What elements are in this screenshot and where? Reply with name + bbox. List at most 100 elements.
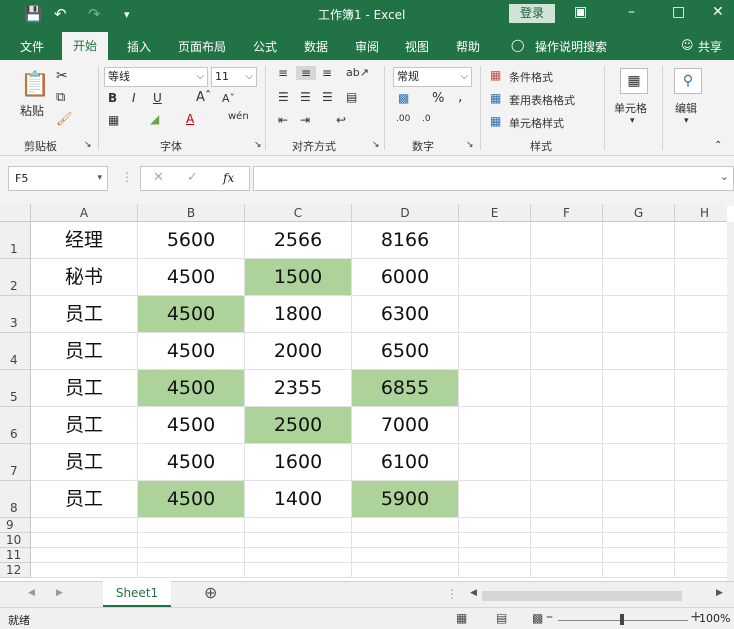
table-cell[interactable]: [245, 518, 352, 533]
align-left-icon[interactable]: ☰: [278, 90, 289, 104]
share-button[interactable]: 共享: [698, 38, 722, 55]
table-cell[interactable]: [459, 407, 531, 444]
table-cell[interactable]: 4500: [138, 481, 245, 518]
worksheet-grid[interactable]: ABCDEFGH 1 经理 5600 2566 8166 2 秘书 4500 1500 6000 3…: [0, 204, 727, 581]
shrink-font-icon[interactable]: Aˇ: [222, 92, 235, 105]
table-cell[interactable]: [31, 533, 138, 548]
expand-formula-icon[interactable]: ⌄: [720, 170, 729, 183]
table-cell[interactable]: 1600: [245, 444, 352, 481]
table-cell[interactable]: 员工: [31, 444, 138, 481]
clipboard-icon[interactable]: 📋: [20, 70, 50, 98]
insert-function-button[interactable]: fx: [223, 171, 234, 185]
tab-help[interactable]: 帮助: [456, 38, 480, 55]
table-cell[interactable]: [138, 533, 245, 548]
table-cell[interactable]: [675, 533, 727, 548]
table-cell[interactable]: [675, 370, 727, 407]
table-cell[interactable]: 2500: [245, 407, 352, 444]
table-cell[interactable]: [603, 563, 675, 578]
copy-icon[interactable]: ⧉: [56, 90, 65, 105]
table-cell[interactable]: [459, 481, 531, 518]
table-cell[interactable]: 2355: [245, 370, 352, 407]
table-cell[interactable]: [531, 481, 603, 518]
table-cell[interactable]: [603, 370, 675, 407]
font-launcher-icon[interactable]: ↘: [254, 140, 262, 150]
table-cell[interactable]: [459, 370, 531, 407]
table-cell[interactable]: [531, 444, 603, 481]
tab-page-layout[interactable]: 页面布局: [178, 38, 226, 55]
row-header[interactable]: 10: [0, 533, 31, 548]
decrease-decimal-icon[interactable]: .0: [422, 114, 431, 124]
phonetic-guide-icon[interactable]: wén: [228, 111, 249, 122]
table-cell[interactable]: 1800: [245, 296, 352, 333]
bold-button[interactable]: B: [108, 91, 117, 105]
row-header[interactable]: 11: [0, 548, 31, 563]
underline-button[interactable]: U: [153, 91, 162, 105]
prev-sheet-icon[interactable]: ◀: [28, 588, 35, 598]
table-cell[interactable]: 员工: [31, 370, 138, 407]
table-cell[interactable]: [31, 548, 138, 563]
tell-me-search[interactable]: 操作说明搜索: [535, 38, 607, 55]
tab-view[interactable]: 视图: [405, 38, 429, 55]
table-cell[interactable]: [245, 548, 352, 563]
column-header[interactable]: H: [675, 204, 727, 222]
table-cell[interactable]: 6300: [352, 296, 459, 333]
wrap-text-icon[interactable]: ↩: [336, 113, 346, 127]
table-cell[interactable]: 2000: [245, 333, 352, 370]
login-button[interactable]: 登录: [509, 4, 555, 23]
table-cell[interactable]: [352, 533, 459, 548]
table-cell[interactable]: [603, 296, 675, 333]
table-cell[interactable]: [459, 563, 531, 578]
table-cell[interactable]: [603, 333, 675, 370]
table-cell[interactable]: [531, 407, 603, 444]
table-cell[interactable]: 4500: [138, 370, 245, 407]
column-header[interactable]: F: [531, 204, 603, 222]
align-middle-icon[interactable]: ≡: [296, 66, 316, 80]
scroll-left-icon[interactable]: ◀: [470, 588, 477, 598]
merge-center-icon[interactable]: ▤: [346, 90, 357, 104]
table-cell[interactable]: [459, 533, 531, 548]
scroll-right-icon[interactable]: ▶: [716, 588, 723, 598]
cells-button[interactable]: 单元格: [614, 100, 647, 116]
cell-styles-button[interactable]: 单元格样式: [509, 115, 564, 131]
table-cell[interactable]: [675, 333, 727, 370]
table-cell[interactable]: [531, 533, 603, 548]
align-bottom-icon[interactable]: ≡: [322, 66, 332, 80]
decrease-indent-icon[interactable]: ⇤: [278, 113, 288, 127]
close-icon[interactable]: ✕: [712, 4, 724, 20]
format-painter-icon[interactable]: 🖌: [56, 112, 73, 127]
align-right-icon[interactable]: ☰: [322, 90, 333, 104]
table-cell[interactable]: 4500: [138, 296, 245, 333]
cancel-icon[interactable]: ✕: [153, 170, 164, 185]
customize-toolbar-icon[interactable]: ▾: [124, 8, 130, 21]
column-header[interactable]: C: [245, 204, 352, 222]
row-header[interactable]: 1: [0, 222, 31, 259]
table-cell[interactable]: 7000: [352, 407, 459, 444]
number-format-select[interactable]: 常规 ⌵: [393, 67, 472, 87]
column-header[interactable]: B: [138, 204, 245, 222]
table-cell[interactable]: 6000: [352, 259, 459, 296]
paste-button[interactable]: 粘贴: [20, 102, 44, 119]
italic-button[interactable]: I: [132, 91, 136, 105]
search-icon[interactable]: ⚲: [674, 68, 702, 94]
table-cell[interactable]: [531, 222, 603, 259]
clipboard-launcher-icon[interactable]: ↘: [84, 140, 92, 150]
chevron-down-icon[interactable]: ▾: [97, 167, 102, 190]
minimize-icon[interactable]: –: [628, 4, 635, 20]
table-cell[interactable]: [459, 259, 531, 296]
column-header[interactable]: A: [31, 204, 138, 222]
undo-icon[interactable]: ↶: [54, 5, 67, 23]
chevron-down-icon[interactable]: ▾: [684, 116, 689, 126]
row-header[interactable]: 3: [0, 296, 31, 333]
grow-font-icon[interactable]: Aˆ: [196, 90, 211, 105]
table-cell[interactable]: [603, 533, 675, 548]
table-cell[interactable]: [138, 518, 245, 533]
table-cell[interactable]: [675, 444, 727, 481]
table-cell[interactable]: [603, 407, 675, 444]
cell-styles-icon[interactable]: ▦: [490, 114, 501, 128]
row-header[interactable]: 4: [0, 333, 31, 370]
table-cell[interactable]: 1500: [245, 259, 352, 296]
table-cell[interactable]: 1400: [245, 481, 352, 518]
font-size-select[interactable]: 11 ⌵: [211, 67, 257, 87]
table-cell[interactable]: 经理: [31, 222, 138, 259]
row-header[interactable]: 5: [0, 370, 31, 407]
